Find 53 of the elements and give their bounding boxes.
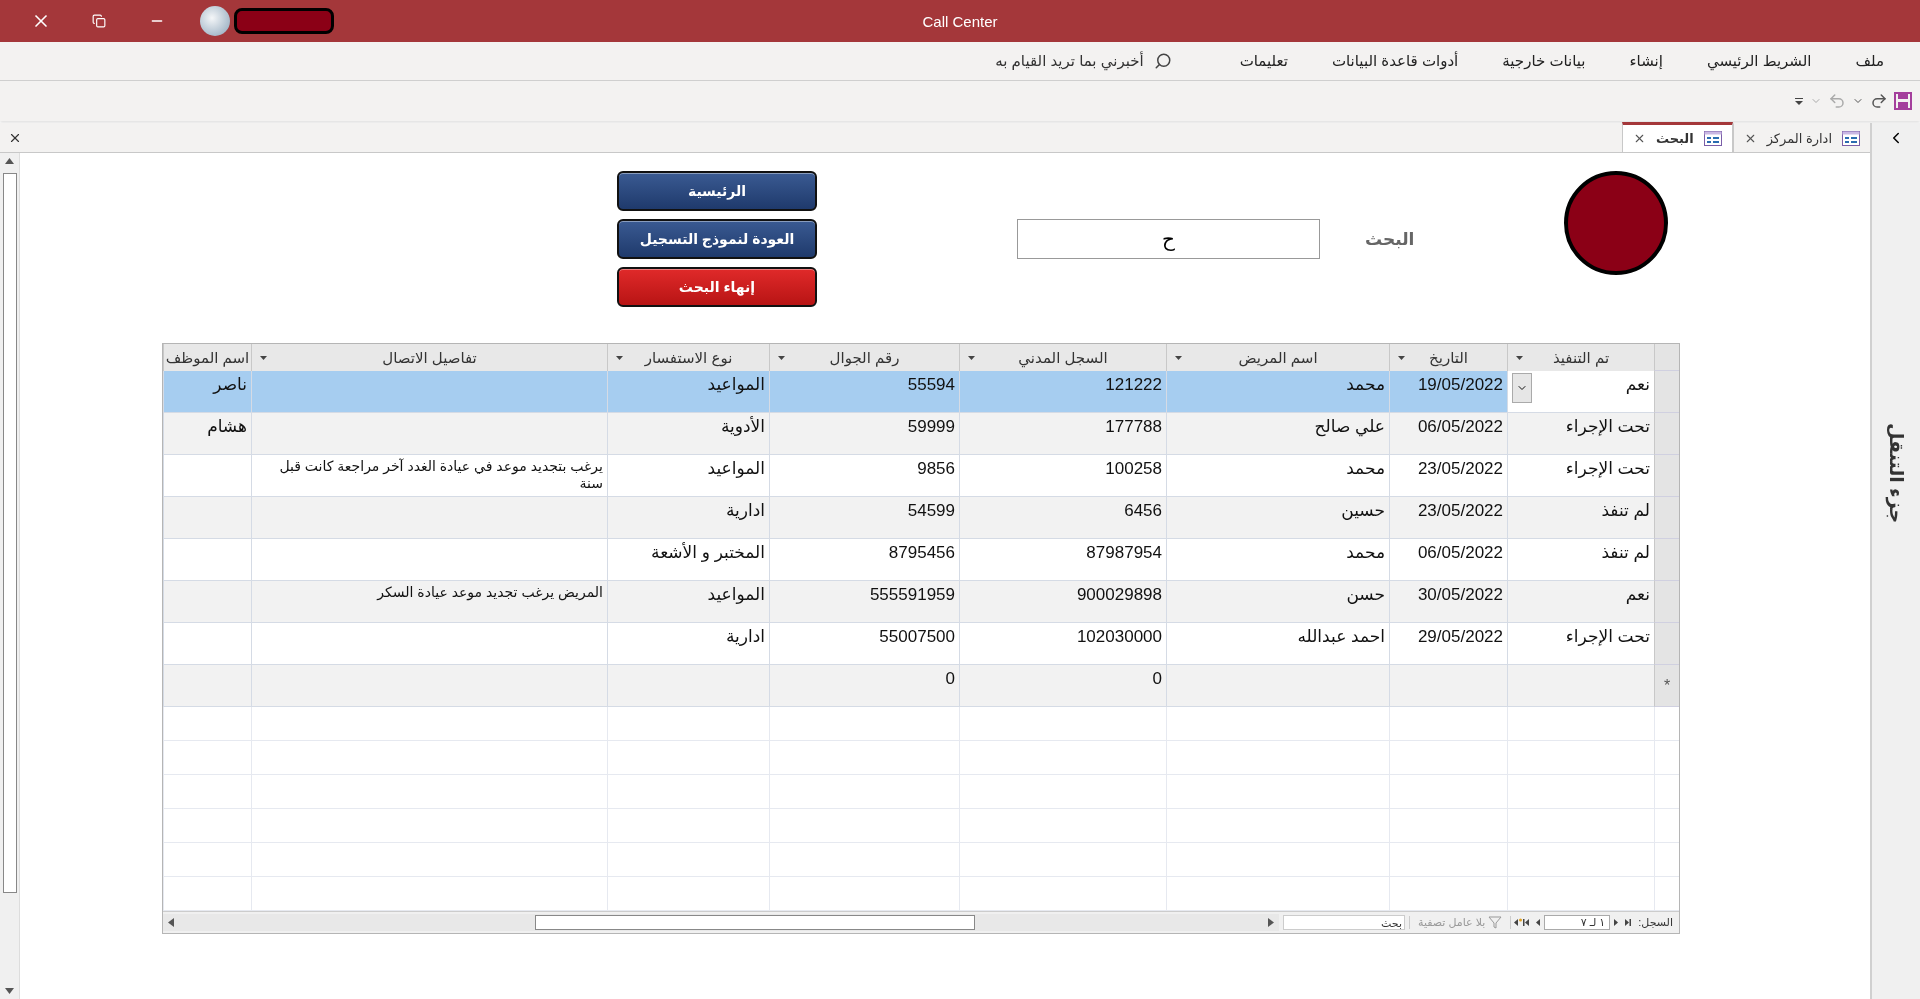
- search-field[interactable]: بحث: [1283, 915, 1405, 930]
- empty-cell: [1654, 843, 1679, 877]
- ribbon-tab[interactable]: أدوات قاعدة البيانات: [1331, 52, 1459, 70]
- caret-icon: [778, 355, 785, 360]
- down-arrow-icon: [5, 988, 14, 994]
- up-arrow-icon: [5, 158, 14, 164]
- caret-icon: [1516, 355, 1523, 360]
- horizontal-scrollbar[interactable]: [163, 914, 1279, 931]
- ribbon-tab[interactable]: إنشاء: [1629, 52, 1663, 70]
- tell-me-field[interactable]: أخبرني بما تريد القيام به: [995, 52, 1144, 70]
- funnel-icon: [1488, 916, 1503, 929]
- restore-icon[interactable]: [92, 14, 106, 28]
- table-cell: 0: [959, 665, 1166, 707]
- ribbon-tab[interactable]: بيانات خارجية: [1502, 52, 1586, 70]
- new-record-marker: *: [1654, 665, 1679, 707]
- search-icon: [1153, 52, 1172, 70]
- scroll-thumb[interactable]: [535, 915, 975, 930]
- caret-icon: [1398, 355, 1405, 360]
- window-title: Call Center: [922, 12, 998, 30]
- save-icon[interactable]: [1894, 92, 1912, 110]
- search-label: البحث: [1365, 228, 1415, 250]
- record-label: السجل:: [1637, 916, 1674, 929]
- form-icon: [1842, 131, 1860, 146]
- empty-cell: [1654, 809, 1679, 843]
- empty-cell: [1654, 775, 1679, 809]
- form-button[interactable]: إنهاء البحث: [617, 267, 817, 307]
- dropdown-button[interactable]: [1512, 373, 1532, 403]
- table-cell: 0: [769, 665, 959, 707]
- customize-icon[interactable]: [1794, 96, 1804, 106]
- empty-cell: [1654, 741, 1679, 775]
- navigation-pane-label: جزء التنقل: [1885, 423, 1907, 524]
- vertical-scrollbar[interactable]: [0, 153, 20, 999]
- ribbon-tab[interactable]: الشريط الرئيسي: [1706, 52, 1812, 70]
- form-button[interactable]: العودة لنموذج التسجيل: [617, 219, 817, 259]
- avatar[interactable]: [200, 6, 230, 36]
- ribbon-tab[interactable]: تعليمات: [1239, 52, 1288, 70]
- redo-icon[interactable]: [1870, 92, 1888, 110]
- scroll-thumb[interactable]: [2, 173, 17, 893]
- form-button[interactable]: الرئيسية: [617, 171, 817, 211]
- document-tab[interactable]: البحث: [1621, 122, 1733, 152]
- navigation-pane[interactable]: جزء التنقل: [1870, 123, 1920, 999]
- caret-icon: [1175, 355, 1182, 360]
- table-cell: نعم: [1507, 371, 1654, 413]
- right-arrow-icon: [1268, 918, 1274, 927]
- record-position-field[interactable]: ١ لـ ٧: [1544, 915, 1611, 930]
- caret-icon: [968, 355, 975, 360]
- search-field[interactable]: ح: [1017, 219, 1320, 259]
- caret-icon: [616, 355, 623, 360]
- form-icon: [1703, 131, 1722, 146]
- new-record-icon[interactable]: [1511, 918, 1523, 927]
- caret-icon: [260, 355, 267, 360]
- ribbon-tab[interactable]: ملف: [1855, 52, 1884, 70]
- left-arrow-icon: [168, 918, 174, 927]
